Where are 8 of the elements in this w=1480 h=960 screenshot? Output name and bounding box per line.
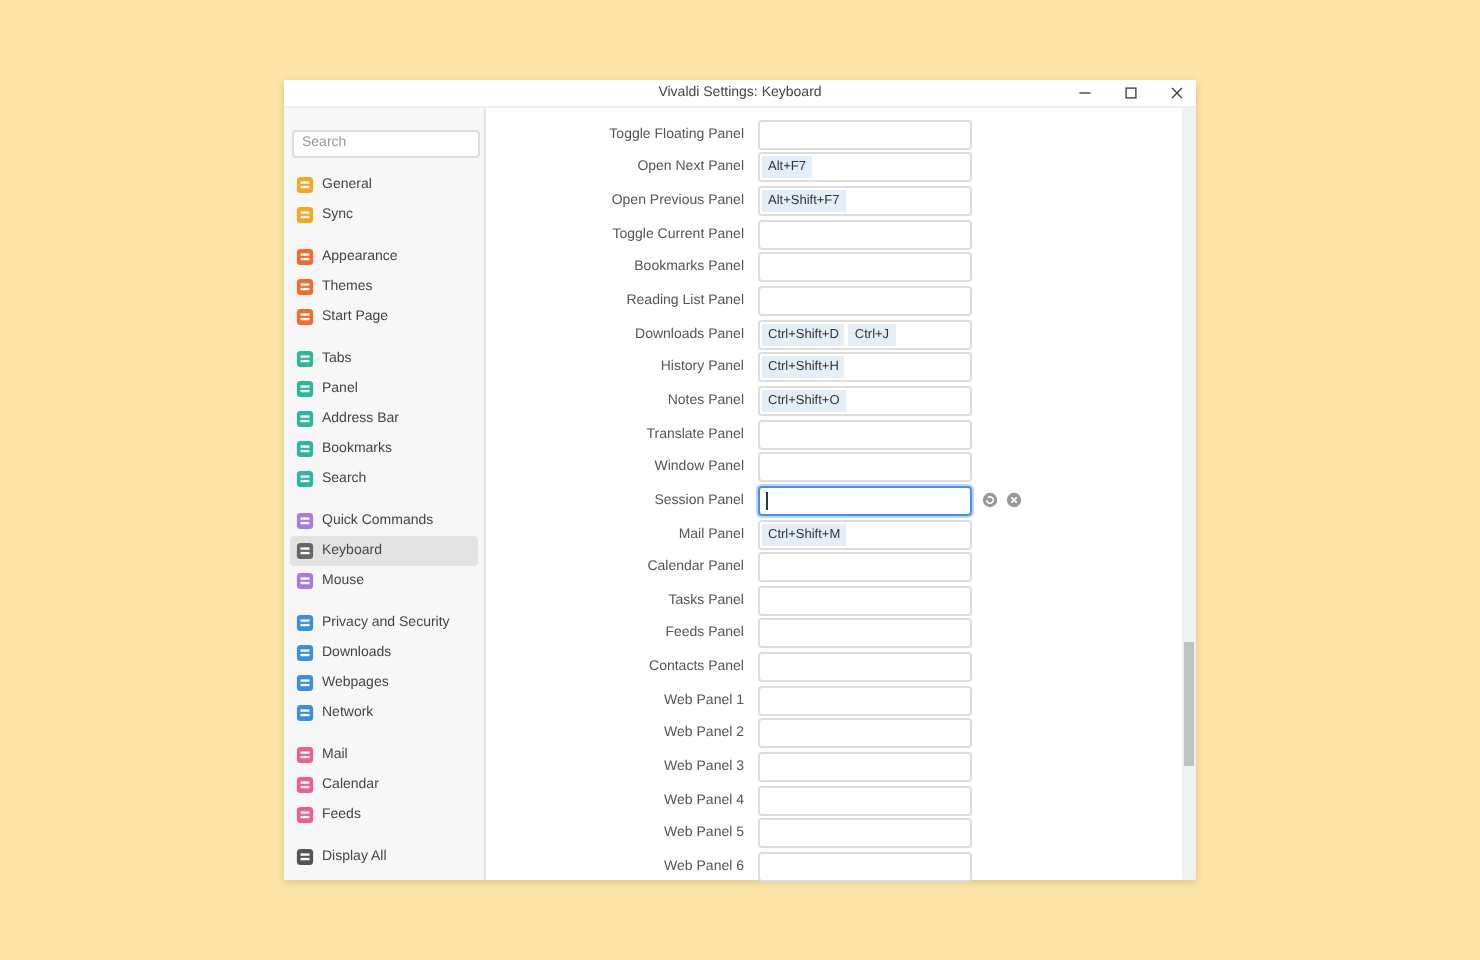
shortcut-field[interactable]	[758, 485, 972, 516]
close-icon[interactable]	[1170, 86, 1184, 100]
minimize-icon[interactable]	[1078, 86, 1092, 100]
scrollbar[interactable]	[1182, 108, 1196, 880]
reset-icon[interactable]	[982, 492, 998, 509]
scrollbar-thumb[interactable]	[1184, 642, 1194, 766]
maximize-icon[interactable]	[1124, 86, 1138, 100]
clear-icon[interactable]	[1006, 492, 1022, 509]
